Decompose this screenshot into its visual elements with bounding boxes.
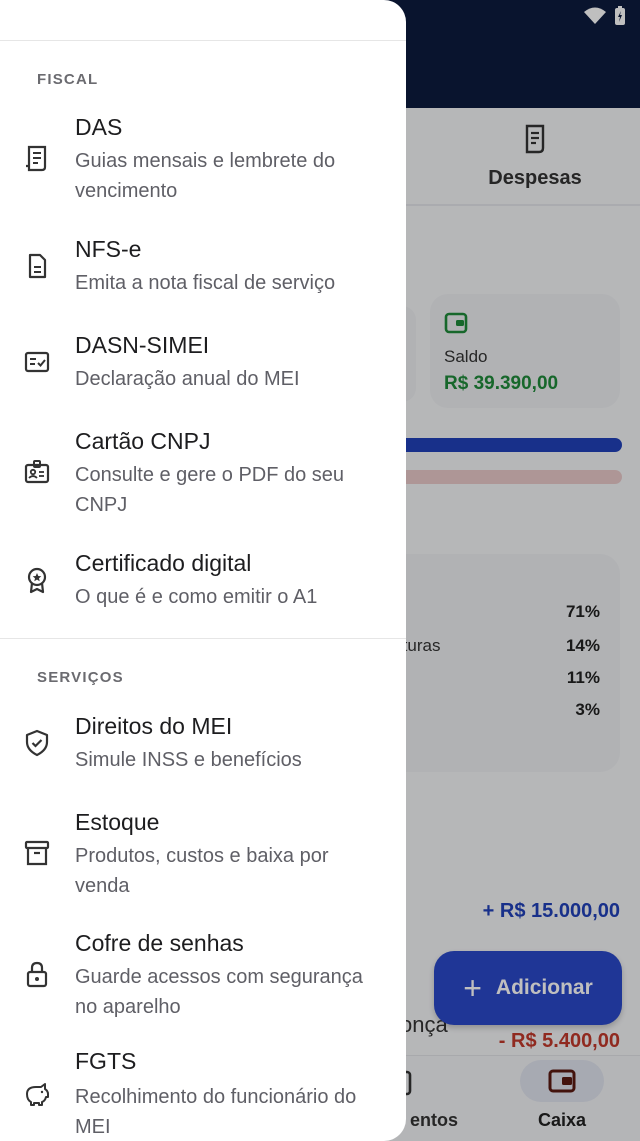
checklist-icon <box>24 351 50 373</box>
drawer-item-title: Certificado digital <box>75 550 252 576</box>
receipt-icon <box>26 145 47 172</box>
drawer-item-subtitle: Produtos, custos e baixa por venda <box>75 845 329 897</box>
section-title-fiscal: FISCAL <box>37 71 99 88</box>
drawer-item-direitos-mei[interactable]: Direitos do MEI Simule INSS e benefícios <box>0 699 406 785</box>
drawer-item-cartao-cnpj[interactable]: Cartão CNPJ Consulte e gere o PDF do seu… <box>0 414 406 526</box>
drawer-item-subtitle: Declaração anual do MEI <box>75 368 300 390</box>
drawer-item-nfse[interactable]: NFS-e Emita a nota fiscal de serviço <box>0 222 406 308</box>
drawer-item-title: FGTS <box>75 1048 137 1074</box>
drawer-item-certificado-digital[interactable]: Certificado digital O que é e como emiti… <box>0 536 406 622</box>
archive-box-icon <box>24 840 50 866</box>
drawer-item-subtitle: Simule INSS e benefícios <box>75 749 302 771</box>
drawer-item-title: NFS-e <box>75 236 142 262</box>
drawer-item-title: DASN-SIMEI <box>75 332 210 358</box>
drawer-item-fgts[interactable]: FGTS Recolhimento do funcionário do MEI <box>0 1036 406 1141</box>
drawer-item-estoque[interactable]: Estoque Produtos, custos e baixa por ven… <box>0 795 406 907</box>
drawer-item-dasn-simei[interactable]: DASN-SIMEI Declaração anual do MEI <box>0 318 406 404</box>
drawer-item-title: DAS <box>75 114 123 140</box>
drawer-item-subtitle: O que é e como emitir o A1 <box>75 586 318 608</box>
shield-check-icon <box>25 729 49 757</box>
section-title-servicos: SERVIÇOS <box>37 669 124 686</box>
award-icon <box>27 567 47 594</box>
drawer-item-subtitle: Guarde acessos com segurança no aparelho <box>75 966 363 1018</box>
section-divider <box>0 638 406 639</box>
drawer-item-title: Direitos do MEI <box>75 713 233 739</box>
navigation-drawer: FISCAL DAS Guias mensais e lembrete do v… <box>0 0 406 1141</box>
drawer-item-das[interactable]: DAS Guias mensais e lembrete do vencimen… <box>0 100 406 212</box>
drawer-item-title: Cartão CNPJ <box>75 428 211 454</box>
lock-icon <box>26 961 48 988</box>
piggy-bank-icon <box>26 1083 49 1106</box>
document-icon <box>28 253 47 279</box>
drawer-item-subtitle: Consulte e gere o PDF do seu CNPJ <box>75 464 345 516</box>
drawer-item-cofre-senhas[interactable]: Cofre de senhas Guarde acessos com segur… <box>0 916 406 1028</box>
id-badge-icon <box>24 460 50 484</box>
drawer-item-subtitle: Recolhimento do funcionário do MEI <box>75 1086 357 1138</box>
divider <box>0 40 406 41</box>
drawer-item-title: Cofre de senhas <box>75 930 244 956</box>
drawer-item-subtitle: Emita a nota fiscal de serviço <box>75 272 336 294</box>
drawer-item-title: Estoque <box>75 809 160 835</box>
drawer-item-subtitle: Guias mensais e lembrete do vencimento <box>75 150 336 202</box>
